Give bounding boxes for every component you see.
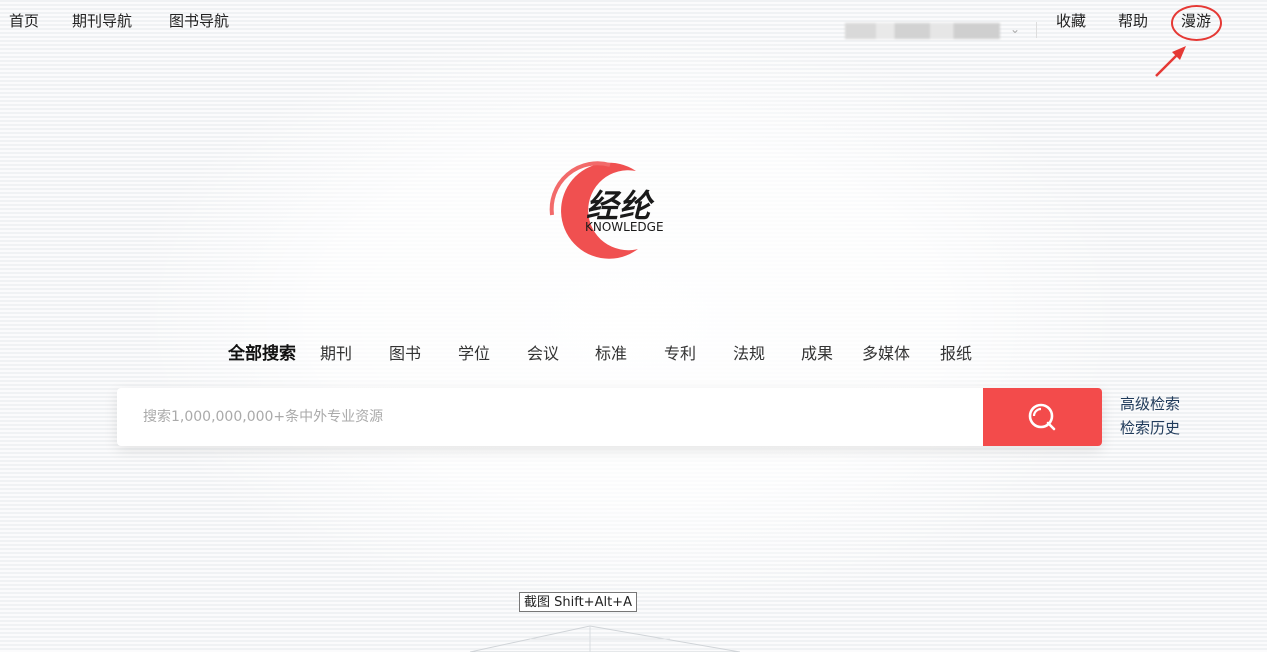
user-account-blurred[interactable] <box>845 23 1000 39</box>
top-nav: 首页 期刊导航 图书导航 ⌄ 收藏 帮助 漫游 <box>0 10 1267 39</box>
search-button[interactable] <box>983 388 1102 446</box>
annotation-circle <box>1171 5 1222 41</box>
search-icon <box>1028 403 1056 431</box>
tab-achievement[interactable]: 成果 <box>801 340 833 364</box>
divider <box>1036 22 1037 38</box>
tab-multimedia[interactable]: 多媒体 <box>862 340 910 364</box>
tab-all[interactable]: 全部搜索 <box>228 339 296 364</box>
tab-patent[interactable]: 专利 <box>664 340 696 364</box>
tab-book[interactable]: 图书 <box>389 340 421 364</box>
tab-journal[interactable]: 期刊 <box>320 340 352 364</box>
nav-home[interactable]: 首页 <box>9 10 39 31</box>
tab-newspaper[interactable]: 报纸 <box>940 340 972 364</box>
annotation-arrow-icon <box>1155 46 1186 77</box>
chevron-down-icon[interactable]: ⌄ <box>1010 22 1020 36</box>
search-tabs: 全部搜索 期刊 图书 学位 会议 标准 专利 法规 成果 多媒体 报纸 <box>0 340 1267 364</box>
search-bar <box>117 388 1102 446</box>
search-history-link[interactable]: 检索历史 <box>1120 417 1180 438</box>
advanced-search-link[interactable]: 高级检索 <box>1120 393 1180 414</box>
logo-text-en: KNOWLEDGE <box>585 220 664 234</box>
nav-journal-guide[interactable]: 期刊导航 <box>72 10 132 31</box>
tab-standard[interactable]: 标准 <box>595 340 627 364</box>
background-glow <box>150 40 1110 600</box>
tab-degree[interactable]: 学位 <box>458 340 490 364</box>
nav-book-guide[interactable]: 图书导航 <box>169 10 229 31</box>
nav-collect[interactable]: 收藏 <box>1056 10 1086 31</box>
search-input[interactable] <box>117 388 983 446</box>
nav-help[interactable]: 帮助 <box>1118 10 1148 31</box>
tab-conference[interactable]: 会议 <box>527 340 559 364</box>
screenshot-tooltip: 截图 Shift+Alt+A <box>519 592 637 612</box>
tab-law[interactable]: 法规 <box>733 340 765 364</box>
building-illustration-icon <box>470 625 740 652</box>
